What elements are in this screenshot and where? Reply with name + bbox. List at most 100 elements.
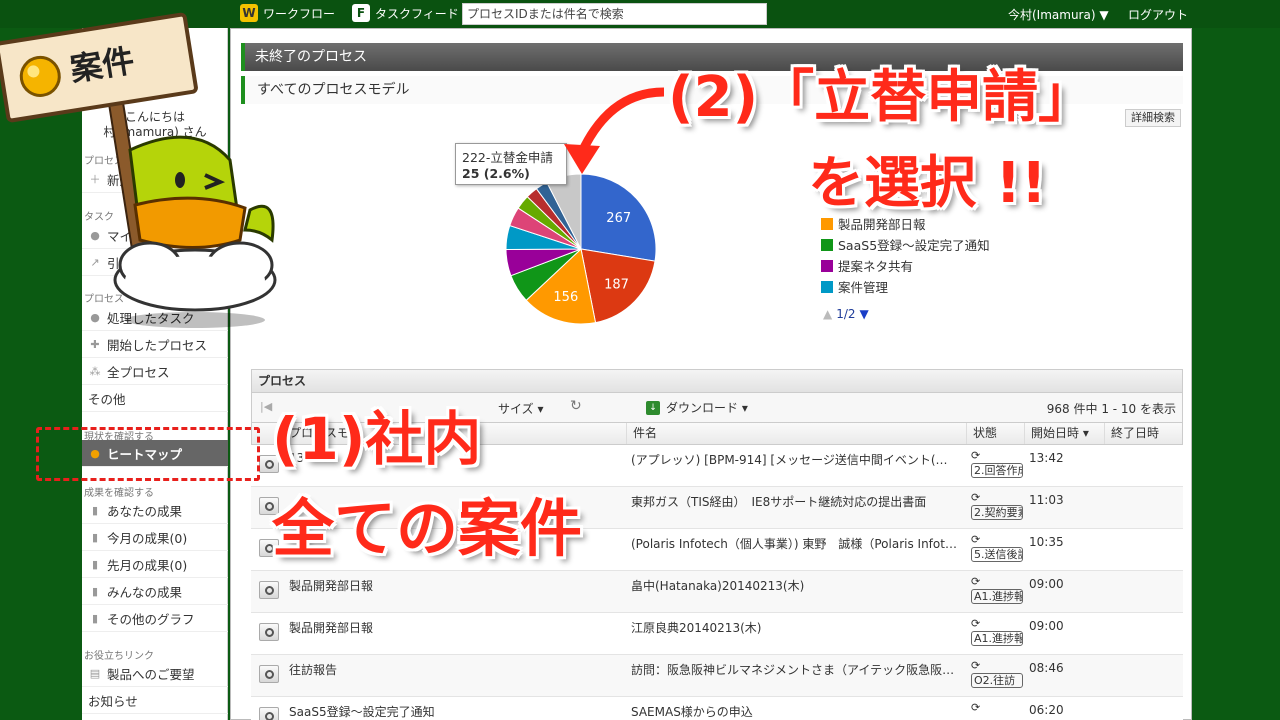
sidebar-item-label: 今月の成果(0)	[107, 530, 188, 546]
grid-toolbar: |◀ サイズ ▾ ↻ ↓ ダウンロード ▾ 968 件中 1 - 10 を表示	[251, 393, 1183, 423]
cell-subject: (アプレッソ) [BPM-914] [メッセージ送信中間イベント(メー…	[631, 453, 959, 467]
process-icon: ✚	[90, 337, 100, 351]
cell-start-time: 06:20	[1029, 703, 1064, 717]
view-details-button[interactable]	[259, 497, 279, 515]
sidebar-heading-process: プロセス	[84, 294, 124, 305]
sidebar-item-label: 先月の成果(0)	[107, 557, 188, 573]
cell-start-time: 09:00	[1029, 619, 1064, 633]
status-badge: 2.回答作成	[971, 463, 1023, 478]
column-header-subject[interactable]: 件名	[626, 423, 966, 444]
tooltip-title: 222-立替金申請	[462, 150, 553, 165]
cluster-icon: ⁂	[89, 364, 101, 378]
feedback-icon: ▤	[89, 666, 101, 680]
workflow-icon: W	[240, 4, 258, 22]
sidebar-item-other-graphs[interactable]: ▮ その他のグラフ	[82, 605, 228, 632]
user-greeting-name: 村(Imamura) さん	[103, 125, 207, 139]
sidebar-item-label: 処理したタスク	[107, 310, 195, 326]
legend-swatch	[821, 259, 833, 272]
pie-slice-label: 267	[606, 211, 631, 226]
sidebar-item-new-process[interactable]: ＋ 新規開始	[82, 166, 228, 193]
column-header-process-model[interactable]: プロセスモデ	[282, 423, 626, 444]
legend-item[interactable]: 製品開発部日報	[821, 213, 990, 234]
sidebar-item-started-processes[interactable]: ✚ 開始したプロセス	[82, 331, 228, 358]
sidebar-item-last-month[interactable]: ▮ 先月の成果(0)	[82, 551, 228, 578]
heatmap-icon: ●	[90, 446, 100, 460]
legend-item[interactable]: 案件管理	[821, 276, 990, 297]
table-row[interactable]: 131- (アプレッソ) [BPM-914] [メッセージ送信中間イベント(メー……	[251, 445, 1183, 487]
sidebar-item-label: マイタスク	[107, 228, 170, 244]
cell-status: ⟳ A1.進捗報	[971, 617, 1023, 646]
logout-link[interactable]: ログアウト	[1128, 6, 1188, 23]
sidebar-item-my-tasks[interactable]: ● マイタスク	[82, 222, 228, 249]
view-details-button[interactable]	[259, 581, 279, 599]
sidebar-item-feedback[interactable]: ▤ 製品へのご要望	[82, 660, 228, 687]
grid-title: プロセス	[251, 369, 1183, 393]
view-details-button[interactable]	[259, 623, 279, 641]
legend-item[interactable]: 提案ネタ共有	[821, 255, 990, 276]
taskfeed-nav-link[interactable]: F タスクフィード	[352, 4, 459, 22]
sidebar-item-other[interactable]: その他	[82, 385, 228, 412]
sidebar-item-processed-tasks[interactable]: ● 処理したタスク	[82, 304, 228, 331]
cell-subject: 東邦ガス（TIS経由） IE8サポート継続対応の提出書面	[631, 495, 927, 509]
first-page-icon[interactable]: |◀	[260, 400, 274, 414]
table-row[interactable]: 製品開発部日報 畠中(Hatanaka)20140213(木) ⟳ A1.進捗報 09:…	[251, 571, 1183, 613]
table-row[interactable]: (Polaris Infotech（個人事業）) 東野 誠様（Polaris I…	[251, 529, 1183, 571]
view-details-button[interactable]	[259, 665, 279, 683]
bar-chart-icon: ▮	[91, 503, 99, 517]
sidebar-item-everyone[interactable]: ▮ みんなの成果	[82, 578, 228, 605]
column-header-status[interactable]: 状態	[966, 423, 1024, 444]
process-model-filter[interactable]: すべてのプロセスモデル	[241, 76, 1183, 104]
table-row[interactable]: 東邦ガス（TIS経由） IE8サポート継続対応の提出書面 ⟳2.契約要素 11:03	[251, 487, 1183, 529]
table-row[interactable]: 往訪報告 訪問：阪急阪神ビルマネジメントさま（アイテック阪急阪神 … ⟳ O2.往訪 0…	[251, 655, 1183, 697]
status-flow-icon: ⟳	[971, 533, 981, 546]
pie-slice-label: 156	[553, 290, 578, 305]
cell-status: ⟳ O2.往訪	[971, 659, 1023, 688]
sidebar-item-label: 新規開始	[107, 172, 158, 188]
sidebar-item-news[interactable]: お知らせ	[82, 687, 228, 714]
view-details-button[interactable]	[259, 707, 279, 720]
table-row[interactable]: 製品開発部日報 江原良典20140213(木) ⟳ A1.進捗報 09:00	[251, 613, 1183, 655]
sidebar-heading-tasks: タスク	[84, 212, 114, 223]
column-header-start-time[interactable]: 開始日時 ▾	[1024, 423, 1104, 444]
sidebar-item-heatmap[interactable]: ● ヒートマップ	[82, 440, 228, 467]
pager-next-icon[interactable]: ▼	[860, 307, 869, 321]
pager-prev-icon[interactable]: ▲	[823, 307, 832, 321]
sidebar-item-claimable[interactable]: ↗ 引受可能	[82, 249, 228, 276]
pie-slice-label: 187	[604, 277, 629, 292]
sidebar-item-label: お知らせ	[88, 693, 138, 709]
cell-start-time: 09:00	[1029, 577, 1064, 591]
legend-page-number: 1/2	[836, 307, 856, 321]
cell-start-time: 08:46	[1029, 661, 1064, 675]
sidebar-item-label: ヒートマップ	[107, 446, 183, 462]
sidebar-item-label: 全プロセス	[107, 364, 170, 380]
view-details-button[interactable]	[259, 455, 279, 473]
cell-process-model: 131-	[289, 451, 317, 465]
sidebar-item-all-processes[interactable]: ⁂ 全プロセス	[82, 358, 228, 385]
user-menu[interactable]: 今村(Imamura) ▼	[1008, 6, 1109, 23]
bar-chart-icon: ▮	[91, 611, 99, 625]
download-menu[interactable]: ↓ ダウンロード ▾	[646, 399, 748, 416]
page-size-menu[interactable]: サイズ ▾	[498, 400, 543, 417]
workflow-nav-link[interactable]: W ワークフロー	[240, 4, 335, 22]
legend-item[interactable]: SaaS5登録～設定完了通知	[821, 234, 990, 255]
magnifier-icon	[264, 501, 274, 511]
legend-label: 提案ネタ共有	[838, 259, 914, 274]
status-badge: O2.往訪	[971, 673, 1023, 688]
refresh-icon[interactable]: ↻	[570, 398, 586, 414]
legend-label: SaaS5登録～設定完了通知	[838, 238, 990, 253]
table-row[interactable]: SaaS5登録～設定完了通知 SAEMAS様からの申込 ⟳ 06:20	[251, 697, 1183, 720]
advanced-search-button[interactable]: 詳細検索	[1125, 109, 1181, 127]
status-flow-icon: ⟳	[971, 659, 981, 672]
view-details-button[interactable]	[259, 539, 279, 557]
legend-swatch	[821, 217, 833, 230]
pie-chart: 267 187 156 222-立替金申請 25 (2.6%) 製品開発部日報 Saa…	[251, 127, 1181, 367]
column-header-end-time[interactable]: 終了日時	[1104, 423, 1184, 444]
sidebar-item-this-month[interactable]: ▮ 今月の成果(0)	[82, 524, 228, 551]
cell-subject: 江原良典20140213(木)	[631, 621, 762, 635]
page-title: 未終了のプロセス	[241, 43, 1183, 71]
process-search-input[interactable]	[462, 3, 767, 25]
bar-chart-icon: ▮	[91, 584, 99, 598]
sidebar-item-your-results[interactable]: ▮ あなたの成果	[82, 497, 228, 524]
legend-swatch	[821, 280, 833, 293]
grid-body: 131- (アプレッソ) [BPM-914] [メッセージ送信中間イベント(メー……	[251, 445, 1183, 720]
